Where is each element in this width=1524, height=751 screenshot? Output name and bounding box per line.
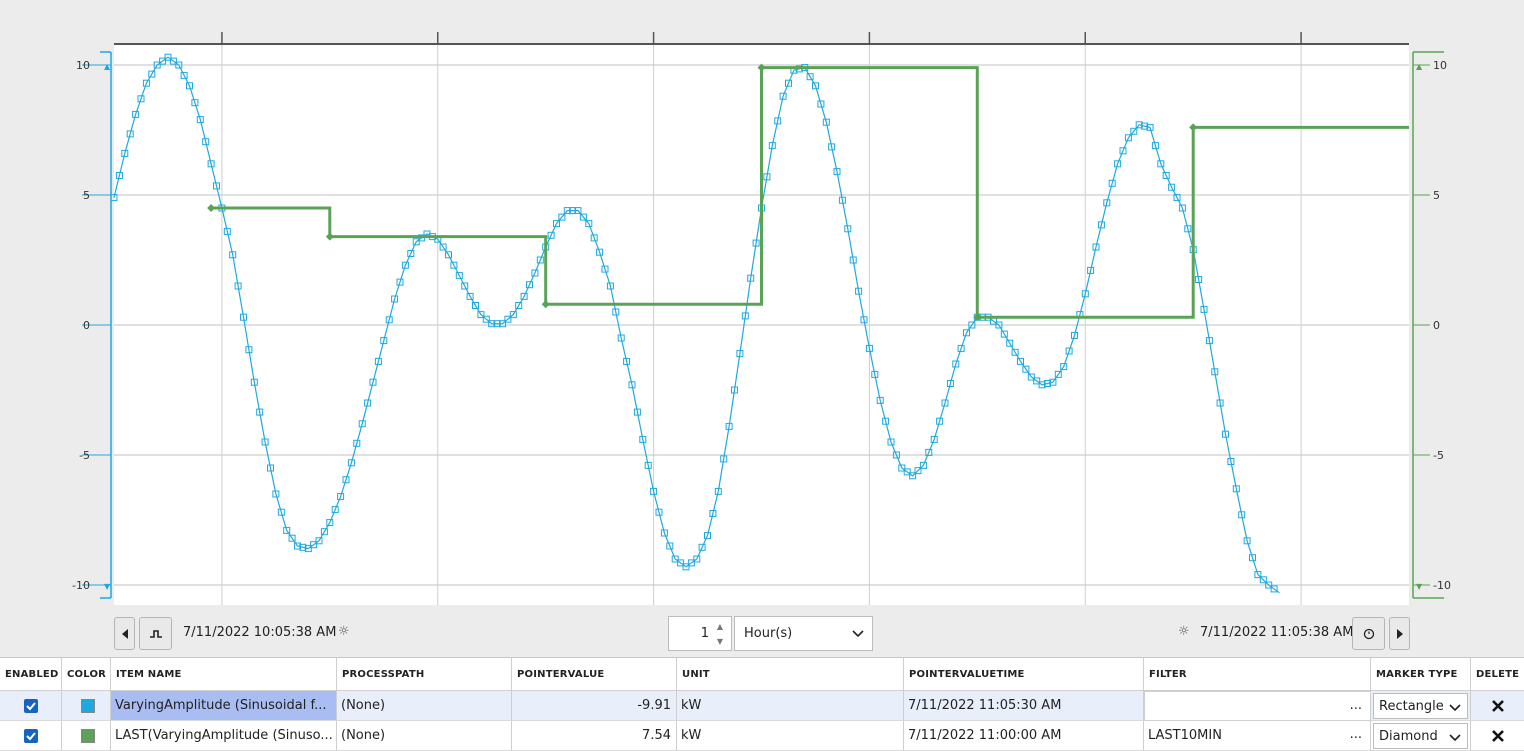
right-axis-down-arrow-icon[interactable]: ▼ [1416,582,1423,591]
trend-chart[interactable]: ▲ ▼ ▲ ▼ 10 5 0 -5 -10 10 5 0 -5 -10 [0,0,1524,605]
filter-edit-button[interactable]: ... [1350,727,1362,742]
end-time-label: 7/11/2022 11:05:38 AM [1200,625,1354,640]
caret-left-icon [121,628,128,639]
marker-type-select[interactable]: Diamond [1373,723,1468,749]
processpath-cell: (None) [337,691,512,721]
marker-type-value: Rectangle [1379,698,1444,714]
header-color[interactable]: COLOR [62,658,111,691]
right-axis-tick-label: 10 [1433,59,1447,72]
right-axis-tick-label: 5 [1433,189,1440,202]
header-delete[interactable]: DELETE [1471,658,1524,691]
color-swatch[interactable] [81,698,95,713]
filter-value: LAST10MIN [1148,728,1222,743]
step-line-icon [149,629,162,638]
period-spinner[interactable]: ▲ ▼ [713,622,727,646]
spin-down-icon[interactable]: ▼ [717,637,723,646]
now-button[interactable] [1352,617,1385,650]
header-enabled[interactable]: ENABLED [0,658,62,691]
checkmark-icon [26,701,36,710]
delete-cell [1471,691,1524,721]
header-unit[interactable]: UNIT [677,658,904,691]
left-axis-down-arrow-icon[interactable]: ▼ [104,582,111,591]
chevron-down-icon [1449,734,1461,742]
chevron-down-icon [852,630,864,638]
left-axis-up-arrow-icon[interactable]: ▲ [104,62,111,71]
live-mode-button[interactable] [139,617,172,650]
pointervaluetime-cell: 7/11/2022 11:05:30 AM [904,691,1144,721]
header-item-name[interactable]: ITEM NAME [111,658,337,691]
spin-up-icon[interactable]: ▲ [717,622,723,631]
start-time-label: 7/11/2022 10:05:38 AM [183,625,337,640]
period-unit-value: Hour(s) [744,626,793,641]
filter-cell[interactable]: ... [1144,691,1371,721]
left-axis-tick-label: 5 [83,189,90,202]
item-name-cell[interactable]: VaryingAmplitude (Sinusoidal f... [111,691,337,721]
end-time-picker-icon[interactable]: ☼ [1178,624,1190,639]
period-unit-select[interactable]: Hour(s) [734,616,873,651]
color-swatch[interactable] [81,728,95,743]
checkmark-icon [26,731,36,740]
delete-x-icon[interactable] [1491,729,1505,743]
period-value: 1 [700,626,709,641]
header-marker-type[interactable]: MARKER TYPE [1371,658,1471,691]
filter-edit-button[interactable]: ... [1350,698,1362,713]
left-axis-tick-label: 0 [83,319,90,332]
enabled-checkbox[interactable] [24,728,38,743]
pen-table: ENABLED COLOR ITEM NAME PROCESSPATH POIN… [0,657,1524,751]
chart-canvas[interactable]: ▲ ▼ ▲ ▼ 10 5 0 -5 -10 10 5 0 -5 -10 [0,0,1524,605]
marker-type-value: Diamond [1379,728,1438,744]
clock-icon [1363,628,1374,639]
header-pointervalue[interactable]: POINTERVALUE [512,658,677,691]
right-axis-tick-label: -5 [1433,449,1444,462]
marker-type-cell: Rectangle [1371,691,1471,721]
chevron-down-icon [1449,704,1461,712]
previous-period-button[interactable] [114,617,135,650]
time-navigator: 7/11/2022 10:05:38 AM ☼ 1 ▲ ▼ Hour(s) ☼ … [0,605,1524,657]
left-axis-tick-label: 10 [76,59,90,72]
header-pointervaluetime[interactable]: POINTERVALUETIME [904,658,1144,691]
pointervalue-cell: -9.91 [512,691,677,721]
header-processpath[interactable]: PROCESSPATH [337,658,512,691]
start-time-picker-icon[interactable]: ☼ [338,624,350,639]
caret-right-icon [1396,628,1403,639]
left-axis-tick-label: -5 [79,449,90,462]
delete-x-icon[interactable] [1491,699,1505,713]
header-filter[interactable]: FILTER [1144,658,1371,691]
right-axis-up-arrow-icon[interactable]: ▲ [1416,62,1423,71]
unit-cell: kW [677,691,904,721]
enabled-cell [0,691,62,721]
table-row[interactable]: VaryingAmplitude (Sinusoidal f... (None)… [0,691,1524,721]
color-cell [62,691,111,721]
right-axis-tick-label: -10 [1433,579,1451,592]
next-period-button[interactable] [1389,617,1410,650]
enabled-checkbox[interactable] [24,698,38,713]
marker-type-select[interactable]: Rectangle [1373,693,1468,719]
left-axis-tick-label: -10 [72,579,90,592]
right-axis-tick-label: 0 [1433,319,1440,332]
period-value-input[interactable]: 1 ▲ ▼ [668,616,732,651]
